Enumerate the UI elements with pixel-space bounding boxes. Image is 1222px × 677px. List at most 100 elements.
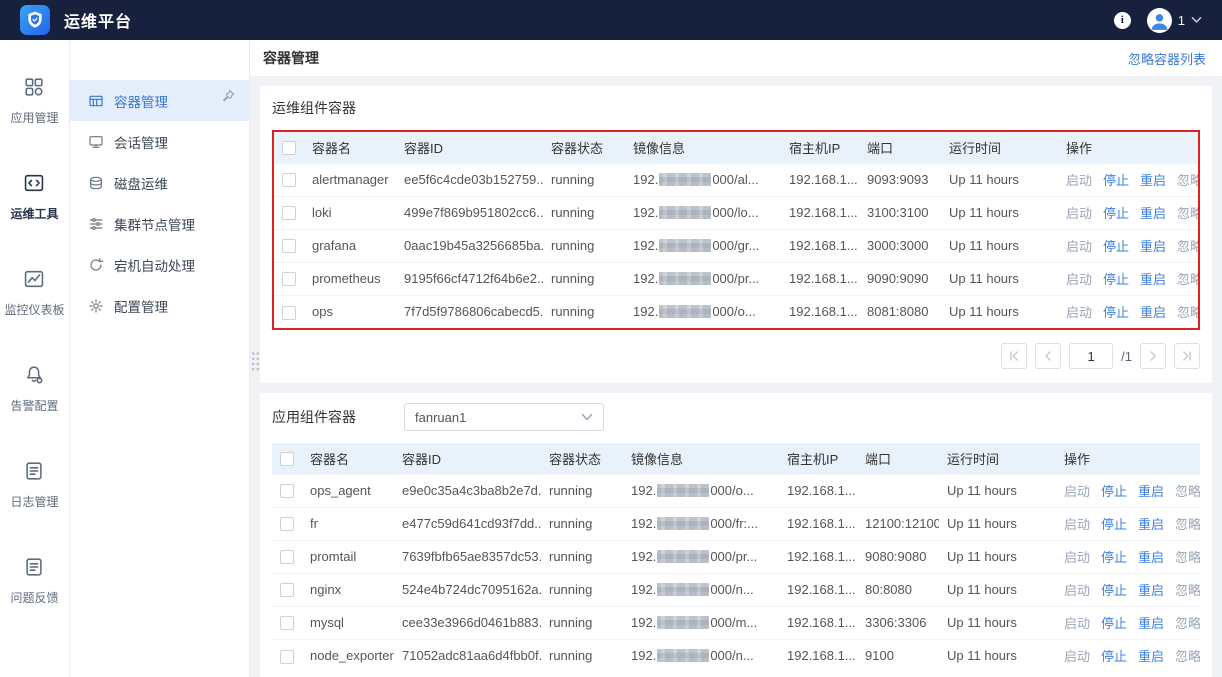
prev-page-button[interactable] (1035, 343, 1062, 369)
stop-action[interactable]: 停止 (1101, 616, 1127, 631)
row-checkbox[interactable] (282, 239, 296, 254)
uptime: Up 11 hours (941, 261, 1058, 295)
menu-item-session-management[interactable]: 会话管理 (70, 121, 249, 162)
start-action[interactable]: 启动 (1064, 649, 1090, 664)
sidebar-item-feedback[interactable]: 问题反馈 (10, 556, 59, 606)
restart-action[interactable]: 重启 (1140, 305, 1166, 320)
ignore-action[interactable]: 忽略 (1177, 173, 1198, 188)
ignore-action[interactable]: 忽略 (1177, 206, 1198, 221)
host-ip: 192.168.1... (779, 506, 857, 540)
column-header: 镜像信息 (623, 443, 779, 474)
ignore-action[interactable]: 忽略 (1177, 272, 1198, 287)
menu-item-disk-ops[interactable]: 磁盘运维 (70, 162, 249, 203)
app-components-card: 应用组件容器 fanruan1 容器名 容器ID 容器状态 镜像信息 宿主机IP… (260, 393, 1212, 677)
next-page-button[interactable] (1140, 343, 1166, 369)
stop-action[interactable]: 停止 (1103, 239, 1129, 254)
stop-action[interactable]: 停止 (1101, 550, 1127, 565)
ignore-action[interactable]: 忽略 (1175, 517, 1200, 532)
menu-item-label: 配置管理 (114, 299, 168, 315)
row-checkbox[interactable] (280, 517, 294, 532)
start-action[interactable]: 启动 (1064, 550, 1090, 565)
start-action[interactable]: 启动 (1066, 305, 1092, 320)
restart-action[interactable]: 重启 (1138, 649, 1164, 664)
start-action[interactable]: 启动 (1066, 173, 1092, 188)
row-checkbox[interactable] (280, 616, 294, 631)
restart-action[interactable]: 重启 (1138, 550, 1164, 565)
restart-action[interactable]: 重启 (1138, 616, 1164, 631)
uptime: Up 11 hours (939, 506, 1056, 540)
column-header: 容器ID (396, 132, 543, 163)
select-all-checkbox[interactable] (282, 141, 296, 156)
restart-action[interactable]: 重启 (1138, 517, 1164, 532)
gear-icon (89, 298, 103, 313)
stop-action[interactable]: 停止 (1103, 305, 1129, 320)
row-checkbox[interactable] (280, 550, 294, 565)
sidebar-item-log-management[interactable]: 日志管理 (10, 460, 59, 510)
restart-action[interactable]: 重启 (1140, 239, 1166, 254)
ignore-action[interactable]: 忽略 (1175, 550, 1200, 565)
page-title: 容器管理 (263, 50, 319, 66)
pin-icon[interactable] (220, 88, 236, 104)
sidebar-item-ops-tools[interactable]: 运维工具 (10, 172, 59, 222)
port: 80:8080 (857, 572, 939, 606)
start-action[interactable]: 启动 (1066, 239, 1092, 254)
restart-action[interactable]: 重启 (1138, 484, 1164, 499)
row-checkbox[interactable] (280, 649, 294, 664)
menu-item-downtime-auto-handling[interactable]: 宕机自动处理 (70, 244, 249, 285)
stop-action[interactable]: 停止 (1103, 173, 1129, 188)
stop-action[interactable]: 停止 (1101, 517, 1127, 532)
restart-action[interactable]: 重启 (1140, 206, 1166, 221)
menu-item-cluster-node-management[interactable]: 集群节点管理 (70, 203, 249, 244)
host-ip: 192.168.1... (779, 572, 857, 606)
panel-resize-handle[interactable] (251, 351, 260, 373)
ignore-action[interactable]: 忽略 (1177, 239, 1198, 254)
restart-action[interactable]: 重启 (1138, 583, 1164, 598)
restart-action[interactable]: 重启 (1140, 173, 1166, 188)
select-all-checkbox[interactable] (280, 452, 294, 467)
start-action[interactable]: 启动 (1064, 616, 1090, 631)
stop-action[interactable]: 停止 (1101, 649, 1127, 664)
stop-action[interactable]: 停止 (1103, 206, 1129, 221)
row-checkbox[interactable] (282, 206, 296, 221)
stop-action[interactable]: 停止 (1103, 272, 1129, 287)
start-action[interactable]: 启动 (1064, 517, 1090, 532)
port: 9090:9090 (859, 261, 941, 295)
container-status: running (543, 162, 625, 196)
sidebar-item-label: 问题反馈 (10, 591, 59, 605)
ignore-action[interactable]: 忽略 (1175, 484, 1200, 499)
stop-action[interactable]: 停止 (1101, 583, 1127, 598)
uptime: Up 11 hours (941, 294, 1058, 328)
row-checkbox[interactable] (280, 484, 294, 499)
ignore-action[interactable]: 忽略 (1175, 616, 1200, 631)
start-action[interactable]: 启动 (1066, 206, 1092, 221)
last-page-button[interactable] (1174, 343, 1200, 369)
start-action[interactable]: 启动 (1064, 484, 1090, 499)
table-header-row: 容器名 容器ID 容器状态 镜像信息 宿主机IP 端口 运行时间 操作 (272, 443, 1200, 474)
last-page-icon (1183, 351, 1191, 361)
sidebar-item-alert-config[interactable]: 告警配置 (10, 364, 59, 414)
sidebar-item-monitor-dashboard[interactable]: 监控仪表板 (4, 268, 65, 318)
ignore-action[interactable]: 忽略 (1175, 583, 1200, 598)
ignore-container-list-link[interactable]: 忽略容器列表 (1128, 49, 1206, 68)
stop-action[interactable]: 停止 (1101, 484, 1127, 499)
user-menu[interactable]: 1 (1146, 7, 1202, 33)
info-icon[interactable]: i (1113, 11, 1131, 29)
page-number-input[interactable] (1069, 343, 1114, 369)
row-checkbox[interactable] (280, 583, 294, 598)
menu-item-config-management[interactable]: 配置管理 (70, 285, 249, 326)
sidebar-item-app-management[interactable]: 应用管理 (10, 76, 59, 126)
first-page-button[interactable] (1001, 343, 1028, 369)
ignore-action[interactable]: 忽略 (1175, 649, 1200, 664)
row-checkbox[interactable] (282, 305, 296, 320)
ignore-action[interactable]: 忽略 (1177, 305, 1198, 320)
image-info: 192. 000/pr... (623, 539, 779, 573)
container-status: running (541, 506, 623, 540)
start-action[interactable]: 启动 (1066, 272, 1092, 287)
cluster-select[interactable]: fanruan1 (404, 403, 604, 431)
table-row: ops_agent e9e0c35a4c3ba8b2e7d... running… (272, 473, 1200, 507)
row-checkbox[interactable] (282, 173, 296, 188)
container-id: 9195f66cf4712f64b6e2... (396, 261, 543, 295)
row-checkbox[interactable] (282, 272, 296, 287)
start-action[interactable]: 启动 (1064, 583, 1090, 598)
restart-action[interactable]: 重启 (1140, 272, 1166, 287)
